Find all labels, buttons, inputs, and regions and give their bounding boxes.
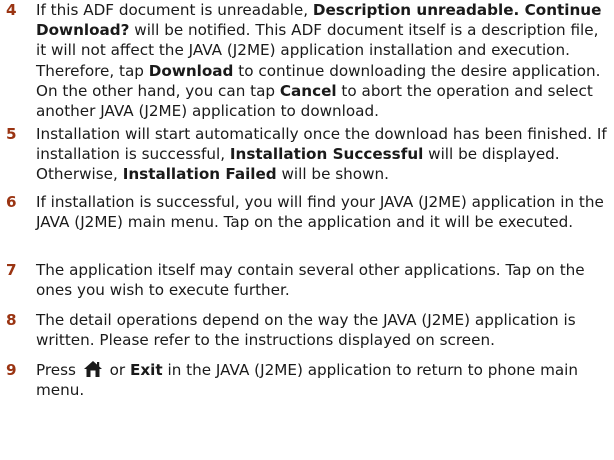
step-number: 4	[6, 1, 17, 19]
step-number: 7	[6, 261, 17, 279]
home-icon	[83, 360, 103, 378]
step-text: The application itself may contain sever…	[36, 261, 585, 300]
step-text: The detail operations depend on the way …	[36, 311, 576, 350]
exit-label: Exit	[130, 361, 163, 379]
step-text: Installation will start automatically on…	[36, 125, 607, 184]
cancel-label: Cancel	[279, 81, 337, 100]
step-number: 6	[6, 193, 17, 211]
message-installation-failed: Installation Failed	[122, 165, 277, 184]
step-number: 8	[6, 311, 17, 329]
message-installation-successful: Installation Successful	[229, 145, 424, 164]
step-number: 9	[6, 361, 17, 379]
step-number: 5	[6, 125, 17, 143]
step-text: If this ADF document is unreadable, Desc…	[36, 1, 602, 121]
step-text: Press or Exit in the JAVA (J2ME) applica…	[36, 360, 579, 400]
instructions-page: 4 If this ADF document is unreadable, De…	[0, 0, 614, 460]
download-label: Download	[148, 61, 234, 80]
step-text: If installation is successful, you will …	[36, 193, 604, 232]
